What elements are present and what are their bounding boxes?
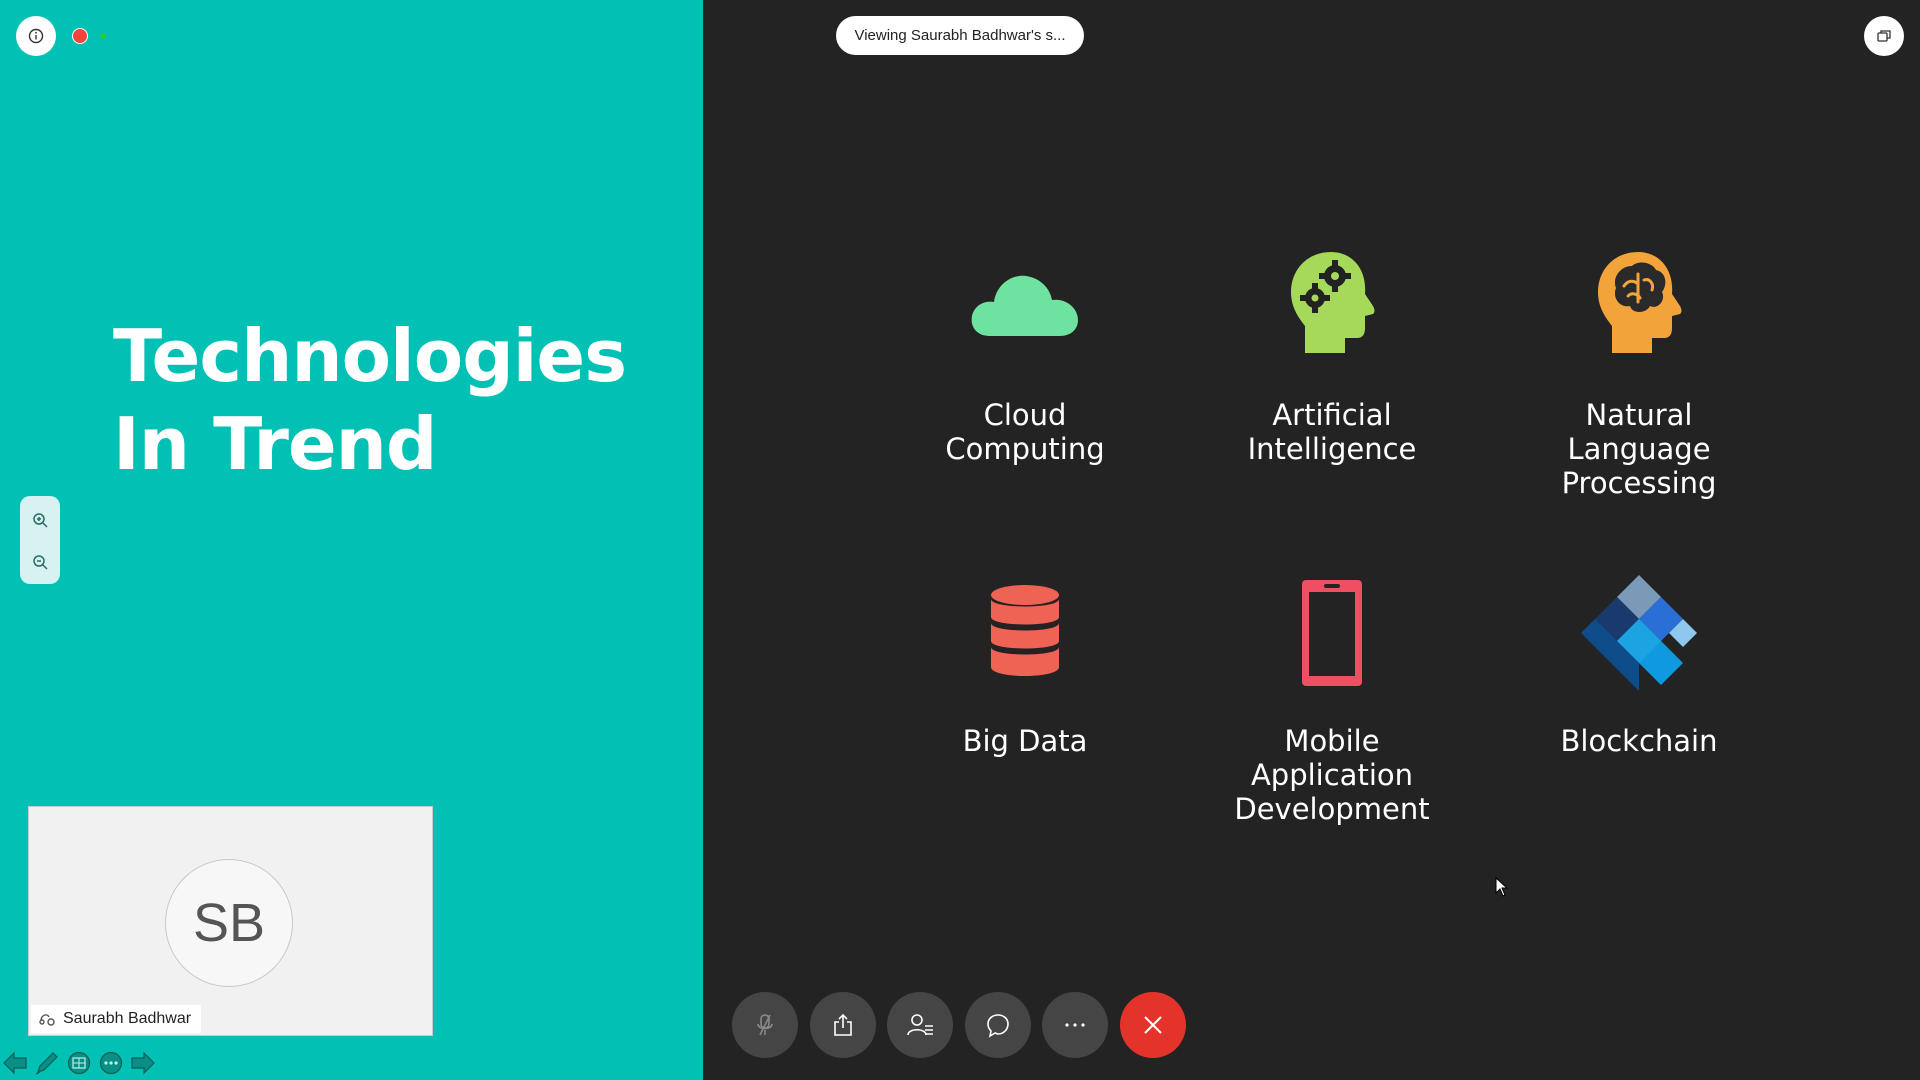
smartphone-icon xyxy=(1182,570,1482,695)
participants-button[interactable] xyxy=(887,992,953,1058)
zoom-out-button[interactable] xyxy=(28,550,52,574)
slides-grid-icon xyxy=(67,1051,91,1075)
more-circle-icon xyxy=(99,1051,123,1075)
slide-content-panel xyxy=(703,0,1920,1080)
arrow-left-icon xyxy=(3,1051,27,1075)
tile-label: Artificial Intelligence xyxy=(1247,398,1417,466)
viewing-share-text: Viewing Saurabh Badhwar's s... xyxy=(854,27,1066,44)
share-screen-button[interactable] xyxy=(810,992,876,1058)
viewing-share-banner[interactable]: Viewing Saurabh Badhwar's s... xyxy=(836,16,1084,55)
pop-out-icon xyxy=(1877,30,1891,42)
database-icon xyxy=(875,570,1175,695)
tile-label: Cloud Computing xyxy=(945,398,1105,466)
tile-label: Blockchain xyxy=(1560,724,1718,758)
chat-button[interactable] xyxy=(965,992,1031,1058)
meeting-window: Technologies In Trend Cloud Computing Ar… xyxy=(0,0,1920,1080)
meeting-info-button[interactable] xyxy=(16,16,56,56)
audio-connection-icon xyxy=(39,1014,55,1026)
head-brain-icon xyxy=(1489,240,1789,365)
participant-name-tag: Saurabh Badhwar xyxy=(31,1005,202,1033)
participant-video-tile[interactable]: SB Saurabh Badhwar xyxy=(28,806,433,1036)
diamond-blocks-icon xyxy=(1489,570,1789,695)
cloud-icon xyxy=(875,240,1175,365)
chat-bubble-icon xyxy=(987,1014,1009,1038)
pen-tool-button[interactable] xyxy=(32,1048,62,1078)
microphone-muted-icon xyxy=(757,1014,773,1036)
more-tools-button[interactable] xyxy=(96,1048,126,1078)
next-slide-button[interactable] xyxy=(128,1048,158,1078)
share-icon xyxy=(834,1013,852,1036)
mouse-pointer-icon xyxy=(1495,877,1509,897)
pop-out-button[interactable] xyxy=(1864,16,1904,56)
avatar: SB xyxy=(165,859,293,987)
recording-indicator xyxy=(72,28,88,44)
slide-title-line-2: In Trend xyxy=(113,402,437,486)
slide-overview-button[interactable] xyxy=(64,1048,94,1078)
info-icon xyxy=(28,28,44,44)
slide-title-line-1: Technologies xyxy=(113,314,627,398)
zoom-control xyxy=(20,496,60,584)
tile-label: Big Data xyxy=(962,724,1088,758)
zoom-in-icon xyxy=(33,513,48,528)
arrow-right-icon xyxy=(131,1051,155,1075)
head-gears-icon xyxy=(1182,240,1482,365)
close-icon xyxy=(1144,1016,1162,1034)
more-dots-icon xyxy=(1065,1023,1085,1027)
zoom-out-icon xyxy=(33,555,48,570)
tile-label: Natural Language Processing xyxy=(1561,398,1717,500)
connection-status-dot xyxy=(100,33,106,39)
pen-icon xyxy=(35,1052,58,1075)
slide-title: Technologies In Trend xyxy=(113,312,627,488)
annotation-toolbar xyxy=(0,1048,160,1080)
previous-slide-button[interactable] xyxy=(0,1048,30,1078)
zoom-in-button[interactable] xyxy=(28,508,52,532)
participants-icon xyxy=(907,1014,933,1036)
participant-name: Saurabh Badhwar xyxy=(63,1010,192,1027)
end-call-button[interactable] xyxy=(1120,992,1186,1058)
more-options-button[interactable] xyxy=(1042,992,1108,1058)
mute-microphone-button[interactable] xyxy=(732,992,798,1058)
tile-label: Mobile Application Development xyxy=(1234,724,1430,826)
